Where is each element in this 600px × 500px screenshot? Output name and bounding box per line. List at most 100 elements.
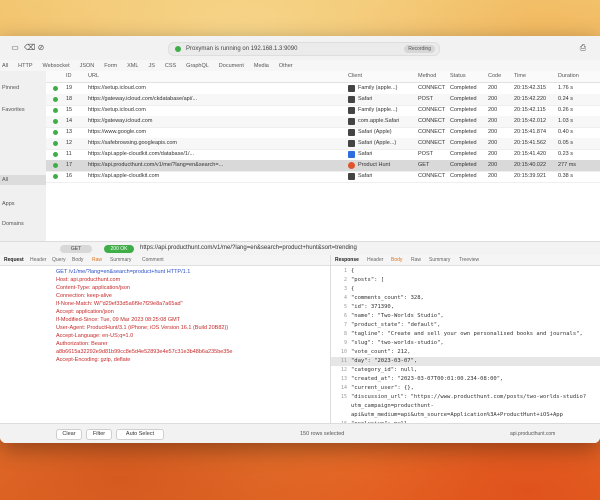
cell-method: CONNECT <box>418 85 446 91</box>
filter-media[interactable]: Media <box>249 63 274 69</box>
tab-response-raw[interactable]: Raw <box>411 257 421 263</box>
line-text: "discussion_url": "https://www.producthu… <box>351 394 587 400</box>
request-raw-line: If-None-Match: W/"d29ef33d5a6f9e7f29e8a7… <box>56 301 183 307</box>
filter-all[interactable]: All <box>0 63 13 69</box>
cell-client: Family (apple...) <box>358 85 398 91</box>
tab-response-body[interactable]: Body <box>391 257 402 263</box>
line-number: 3 <box>343 286 347 292</box>
cell-duration: 1.03 s <box>558 118 573 124</box>
cell-url: https://gateway.icloud.com <box>88 118 153 124</box>
filter-css[interactable]: CSS <box>160 63 181 69</box>
request-raw-line: Content-Type: application/json <box>56 285 130 291</box>
cell-status: Completed <box>450 173 477 179</box>
tab-request-body[interactable]: Body <box>72 257 83 263</box>
status-pill[interactable]: Proxyman is running on 192.168.1.3:9090 … <box>168 42 440 56</box>
tab-response[interactable]: Response <box>335 257 359 263</box>
line-number: 13 <box>340 376 347 382</box>
line-number: 7 <box>343 322 347 328</box>
cell-client: Safari (Apple) <box>358 129 392 135</box>
filter-graphql[interactable]: GraphQL <box>181 63 214 69</box>
filter-xml[interactable]: XML <box>122 63 143 69</box>
line-text: "vote_count": 212, <box>351 349 411 355</box>
sidebar-item-apps[interactable]: Apps <box>2 201 15 207</box>
cell-url: https://api.apple-cloudkit.com/database/… <box>88 151 195 157</box>
filter-document[interactable]: Document <box>214 63 249 69</box>
filter-http[interactable]: HTTP <box>13 63 37 69</box>
col-code[interactable]: Code <box>488 73 501 79</box>
sidebar-item-pinned[interactable]: Pinned <box>2 85 19 91</box>
response-body-line: 12 "category_id": null, <box>331 366 600 375</box>
cell-code: 200 <box>488 151 498 157</box>
tab-response-header[interactable]: Header <box>367 257 383 263</box>
sidebar-item-all[interactable]: All <box>2 177 8 183</box>
cell-id: 17 <box>66 162 73 168</box>
col-duration[interactable]: Duration <box>558 73 579 79</box>
cell-id: 18 <box>66 96 73 102</box>
col-status[interactable]: Status <box>450 73 466 79</box>
cell-method: CONNECT <box>418 118 446 124</box>
col-time[interactable]: Time <box>514 73 526 79</box>
success-status-icon <box>53 163 58 168</box>
tab-response-treeview[interactable]: Treeview <box>459 257 479 263</box>
filter-button[interactable]: Filter <box>86 429 112 440</box>
filter-json[interactable]: JSON <box>75 63 100 69</box>
client-app-icon <box>348 140 355 147</box>
status-badge: 200 OK <box>104 245 134 253</box>
line-text: { <box>351 268 355 274</box>
tab-request[interactable]: Request <box>4 257 24 263</box>
cell-code: 200 <box>488 173 498 179</box>
cell-duration: 0.24 s <box>558 96 573 102</box>
share-icon[interactable]: ⎙ <box>578 43 588 53</box>
col-id[interactable]: ID <box>66 73 72 79</box>
tab-request-query[interactable]: Query <box>52 257 66 263</box>
cell-url: https://www.google.com <box>88 129 147 135</box>
filter-other[interactable]: Other <box>274 63 298 69</box>
line-number: 4 <box>343 295 347 301</box>
line-text: "created_at": "2023-03-07T00:01:00.234-0… <box>351 376 504 382</box>
selected-url[interactable]: https://api.producthunt.com/v1/me/?lang=… <box>140 245 357 251</box>
cell-method: POST <box>418 151 433 157</box>
cell-method: CONNECT <box>418 129 446 135</box>
request-raw-line: If-Modified-Since: Tue, 09 Mar 2023 08:2… <box>56 317 181 323</box>
line-text: "day": "2023-03-07", <box>351 358 418 364</box>
tab-request-raw[interactable]: Raw <box>92 257 102 263</box>
line-number: 12 <box>340 367 347 373</box>
cell-id: 11 <box>66 151 72 157</box>
auto-select-button[interactable]: Auto Select <box>116 429 164 440</box>
response-body-line: 8 "tagline": "Create and sell your own p… <box>331 330 600 339</box>
table-row[interactable]: 16 https://api.apple-cloudkit.com Safari CO… <box>46 171 600 183</box>
col-method[interactable]: Method <box>418 73 436 79</box>
sidebar-item-favorites[interactable]: Favorites <box>2 107 25 113</box>
cell-id: 16 <box>66 173 73 179</box>
filter-websocket[interactable]: Websocket <box>38 63 75 69</box>
line-number: 6 <box>343 313 347 319</box>
sidebar-toggle-icon[interactable]: ▭ <box>10 43 20 53</box>
cell-method: POST <box>418 96 433 102</box>
cell-time: 20:15:39.921 <box>514 173 547 179</box>
trash-icon[interactable]: ⌫ <box>24 43 35 53</box>
success-status-icon <box>53 86 58 91</box>
tab-request-comment[interactable]: Comment <box>142 257 164 263</box>
cell-client: Family (apple...) <box>358 107 398 113</box>
sidebar-item-domains[interactable]: Domains <box>2 221 24 227</box>
response-body-line: 15 "discussion_url": "https://www.produc… <box>331 393 600 402</box>
cell-status: Completed <box>450 151 477 157</box>
col-client[interactable]: Client <box>348 73 362 79</box>
line-text: "category_id": null, <box>351 367 418 373</box>
cell-status: Completed <box>450 96 477 102</box>
filter-form[interactable]: Form <box>99 63 122 69</box>
tab-response-summary[interactable]: Summary <box>429 257 450 263</box>
pin-icon[interactable]: ⊘ <box>36 43 46 53</box>
line-number: 15 <box>340 394 347 400</box>
col-url[interactable]: URL <box>88 73 99 79</box>
proxyman-window: ▭ ⌫ ⊘ Proxyman is running on 192.168.1.3… <box>0 36 600 443</box>
filter-js[interactable]: JS <box>143 63 159 69</box>
tab-request-header[interactable]: Header <box>30 257 46 263</box>
clear-button[interactable]: Clear <box>56 429 82 440</box>
cell-time: 20:15:41.874 <box>514 129 547 135</box>
tab-request-summary[interactable]: Summary <box>110 257 131 263</box>
cell-duration: 0.40 s <box>558 129 573 135</box>
request-raw-line: User-Agent: ProductHunt/3.1 (iPhone; iOS… <box>56 325 229 331</box>
status-text: Proxyman is running on 192.168.1.3:9090 <box>186 46 298 52</box>
success-status-icon <box>53 130 58 135</box>
